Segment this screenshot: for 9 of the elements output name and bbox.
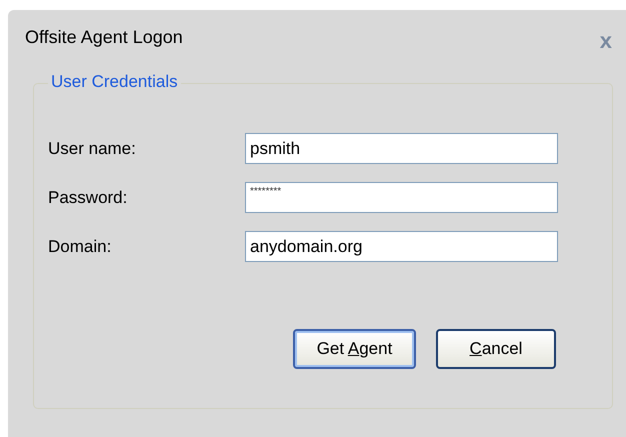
input-field[interactable]: psmith xyxy=(245,133,558,164)
field-label: Domain: xyxy=(48,236,112,258)
input-field[interactable]: anydomain.org xyxy=(245,231,558,262)
dialog-button[interactable]: Get Agent xyxy=(293,329,416,369)
field-label: User name: xyxy=(48,138,137,160)
field-label: Password: xyxy=(48,186,128,209)
window-title: Offsite Agent Logon xyxy=(25,26,183,49)
password-field[interactable]: ******** xyxy=(245,182,558,213)
dialog-button[interactable]: Cancel xyxy=(436,329,556,369)
